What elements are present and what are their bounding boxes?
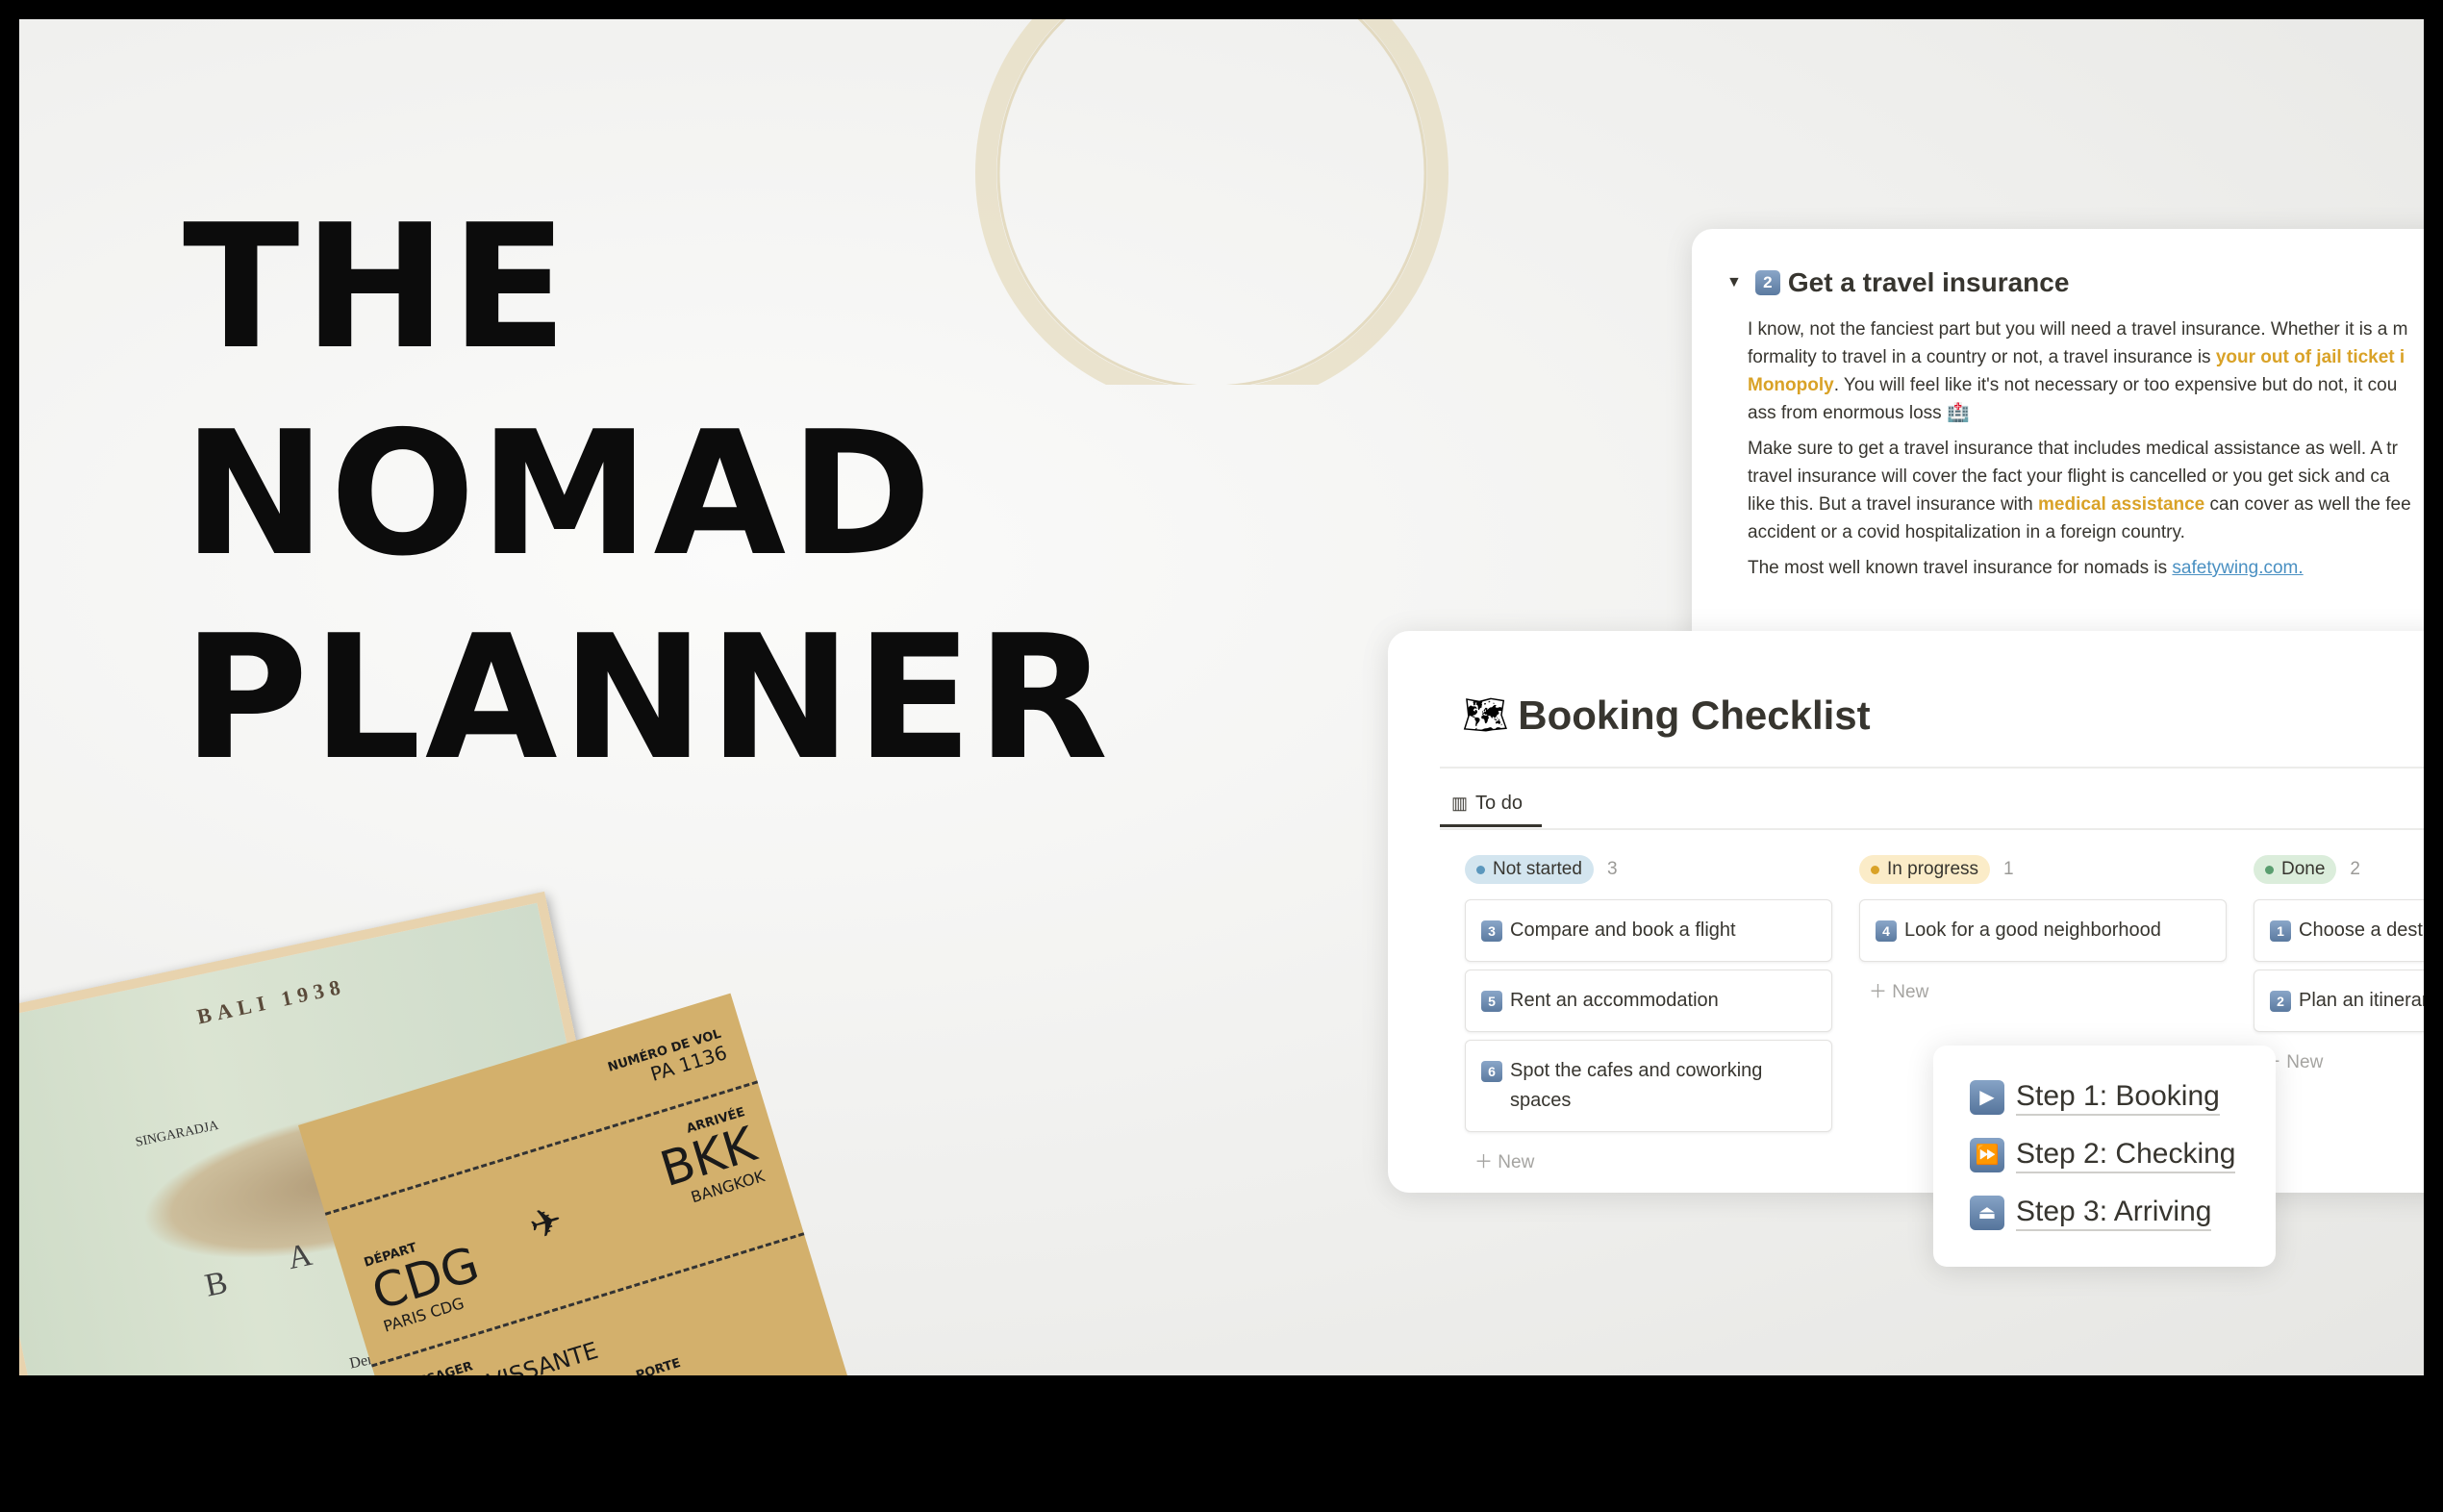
text: can cover as well the fee [2204, 494, 2411, 515]
text: I know, not the fanciest part but you wi… [1748, 319, 2408, 340]
map-label: SINGARADJA [134, 1118, 220, 1150]
text: . You will feel like it's not necessary … [1833, 375, 2398, 395]
insurance-heading: Get a travel insurance [1787, 267, 2070, 297]
new-label: New [1892, 982, 1929, 1002]
caret-down-icon[interactable]: ▼ [1726, 274, 1742, 291]
highlight-text: Monopoly [1748, 375, 1834, 395]
keycap-3-icon: 3 [1481, 920, 1502, 942]
step-label: Step 3: Arriving [2016, 1195, 2212, 1231]
task-card[interactable]: 4 Look for a good neighborhood [1859, 899, 2227, 962]
insurance-paragraph-3: The most well known travel insurance for… [1748, 554, 2424, 582]
highlight-text: your out of jail ticket i [2215, 347, 2405, 367]
insurance-toggle-heading[interactable]: ▼ 2 Get a travel insurance [1726, 267, 2424, 298]
insurance-paragraph-2: Make sure to get a travel insurance that… [1748, 435, 2424, 546]
gate-label: PORTE [634, 1355, 683, 1375]
ambulance-icon: 🏥 [1946, 403, 1970, 423]
map-title: BALI 1938 [194, 973, 348, 1029]
text: Make sure to get a travel insurance that… [1748, 439, 2398, 459]
task-card[interactable]: 1 Choose a destination [2254, 899, 2424, 962]
hero-title-line-2: NOMAD [183, 394, 936, 593]
title-divider [1440, 767, 2424, 769]
status-label: In progress [1887, 859, 1979, 879]
coffee-stain [975, 19, 1448, 385]
task-card[interactable]: 5 Rent an accommodation [1465, 970, 1832, 1032]
task-card[interactable]: 6 Spot the cafes and coworking spaces [1465, 1040, 1832, 1132]
tab-to-do[interactable]: ▥ To do [1440, 783, 1542, 827]
text: The most well known travel insurance for… [1748, 558, 2173, 578]
status-count: 1 [2003, 859, 2014, 879]
tab-label: To do [1475, 793, 1523, 814]
status-dot [1476, 865, 1485, 874]
board-column-not-started: Not started 3 3 Compare and book a flight 5 R… [1465, 855, 1832, 1173]
status-label: Not started [1493, 859, 1582, 879]
plus-icon: ＋ [1474, 1152, 1494, 1172]
airplane-icon: ✈ [524, 1197, 568, 1249]
step-link-3[interactable]: ⏏ Step 3: Arriving [1970, 1184, 2276, 1242]
step-label: Step 1: Booking [2016, 1079, 2220, 1116]
tab-divider [1440, 828, 2424, 830]
highlight-text: medical assistance [2038, 494, 2205, 515]
text: like this. But a travel insurance with [1748, 494, 2039, 515]
add-new-button[interactable]: ＋ New [1859, 977, 2227, 1003]
task-title: Compare and book a flight [1510, 920, 1736, 941]
insurance-paragraph-1: I know, not the fanciest part but you wi… [1748, 315, 2424, 427]
keycap-5-icon: 5 [1481, 990, 1502, 1012]
task-card[interactable]: 2 Plan an itinerary [2254, 970, 2424, 1032]
text: formality to travel in a country or not,… [1748, 347, 2216, 367]
plus-icon: ＋ [1869, 982, 1888, 1002]
task-card[interactable]: 3 Compare and book a flight [1465, 899, 1832, 962]
board-column-done: Done 2 1 Choose a destination 2 Plan an itine… [2254, 855, 2424, 1073]
task-title: Look for a good neighborhood [1904, 920, 2161, 941]
task-title: Spot the cafes and coworking [1510, 1060, 1763, 1081]
board-column-in-progress: In progress 1 4 Look for a good neighborhoo… [1859, 855, 2227, 1003]
keycap-1-icon: 1 [2270, 920, 2291, 942]
hero-title-line-3: PLANNER [183, 598, 1113, 797]
step-link-1[interactable]: ▶ Step 1: Booking [1970, 1069, 2276, 1126]
status-badge[interactable]: In progress [1859, 855, 1991, 884]
text: ass from enormous loss [1748, 403, 1942, 423]
add-new-button[interactable]: ＋ New [2254, 1047, 2424, 1073]
safetywing-link[interactable]: safetywing.com. [2172, 558, 2303, 578]
steps-menu: ▶ Step 1: Booking ⏩ Step 2: Checking ⏏ Step 3… [1933, 1046, 2276, 1267]
play-icon: ▶ [1970, 1080, 2004, 1115]
travel-insurance-panel: ▼ 2 Get a travel insurance I know, not t… [1692, 229, 2424, 652]
status-badge[interactable]: Done [2254, 855, 2337, 884]
promo-canvas: THE NOMAD PLANNER BALI 1938 SINGARADJA D… [19, 19, 2424, 1375]
status-dot [1871, 865, 1879, 874]
fast-forward-icon: ⏩ [1970, 1138, 2004, 1172]
keycap-2-icon: 2 [2270, 990, 2291, 1012]
world-map-icon: 🗺 [1462, 695, 1509, 736]
status-badge[interactable]: Not started [1465, 855, 1594, 884]
keycap-6-icon: 6 [1481, 1060, 1502, 1082]
text: travel insurance will cover the fact you… [1748, 466, 2390, 487]
new-label: New [1498, 1152, 1535, 1172]
status-count: 2 [2350, 859, 2360, 879]
task-title-continued: spaces [1510, 1090, 1572, 1111]
task-title: Rent an accommodation [1510, 990, 1719, 1011]
keycap-2-icon: 2 [1754, 270, 1780, 295]
status-label: Done [2281, 859, 2326, 879]
new-label: New [2286, 1052, 2324, 1072]
board-view-icon: ▥ [1451, 794, 1469, 813]
task-title: Choose a destination [2299, 920, 2424, 941]
eject-icon: ⏏ [1970, 1196, 2004, 1230]
keycap-4-icon: 4 [1876, 920, 1897, 942]
task-title: Plan an itinerary [2299, 990, 2424, 1011]
add-new-button[interactable]: ＋ New [1465, 1147, 1832, 1173]
status-count: 3 [1606, 859, 1618, 879]
status-dot [2265, 865, 2274, 874]
step-label: Step 2: Checking [2016, 1137, 2236, 1173]
text: accident or a covid hospitalization in a… [1748, 522, 2185, 542]
map-label: B [201, 1264, 231, 1304]
step-link-2[interactable]: ⏩ Step 2: Checking [1970, 1126, 2276, 1184]
hero-title-line-1: THE [183, 188, 571, 387]
page-title: Booking Checklist [1518, 693, 1871, 738]
